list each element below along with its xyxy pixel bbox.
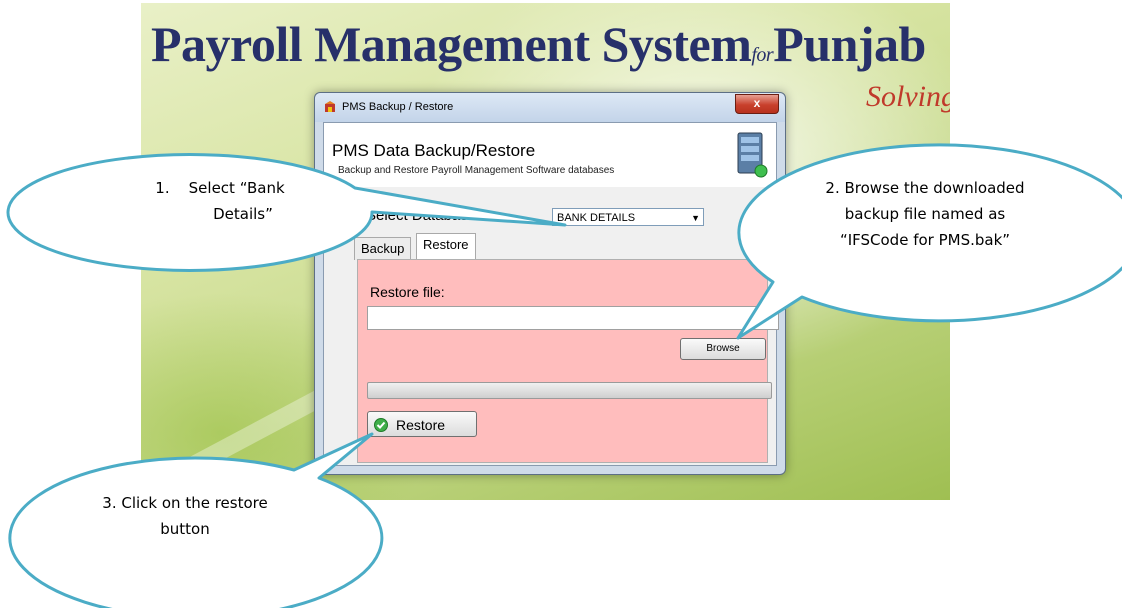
callout-step2-line3: “IFSCode for PMS.bak”	[839, 231, 1011, 249]
callout-step3-line2: button	[160, 520, 210, 538]
callout-step2-text: 2. Browse the downloaded backup file nam…	[775, 175, 1075, 253]
callout-step3-line1: 3. Click on the restore	[102, 494, 268, 512]
callout-step1-line1: 1. Select “Bank	[155, 179, 285, 197]
callout-step3-text: 3. Click on the restore button	[70, 490, 300, 542]
callout-step2-line2: backup file named as	[844, 205, 1006, 223]
callout-step2-line1: 2. Browse the downloaded	[825, 179, 1025, 197]
callout-step1-text: 1. Select “Bank Details”	[90, 175, 350, 227]
callout-step1-line2: Details”	[213, 205, 273, 223]
